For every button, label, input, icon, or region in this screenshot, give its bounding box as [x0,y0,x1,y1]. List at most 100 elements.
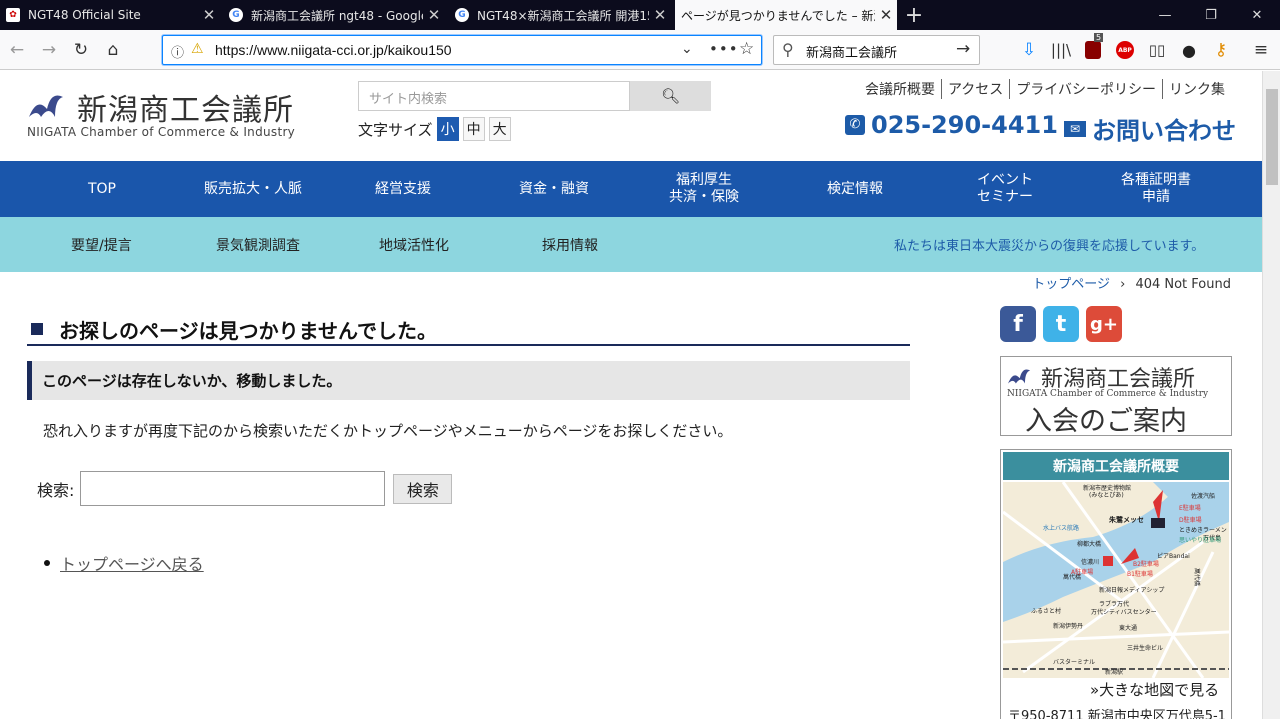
go-arrow-icon[interactable]: → [956,39,970,59]
page-title-text: お探しのページは見つかりませんでした。 [59,319,437,343]
phone-number[interactable]: ✆ 025-290-4411 [845,111,1058,139]
close-icon[interactable]: ✕ [198,6,220,24]
scrollbar-thumb[interactable] [1266,89,1278,185]
link-privacy[interactable]: プライバシーポリシー [1009,79,1162,99]
nav-sales[interactable]: 販売拡大・人脈 [178,161,328,217]
home-button[interactable]: ⌂ [100,38,126,62]
tab-title: 新潟商工会議所 ngt48 - Google [251,8,423,23]
download-icon[interactable]: ⇩ [1016,38,1042,62]
link-overview[interactable]: 会議所概要 [859,79,941,99]
menu-icon[interactable]: ≡ [1248,38,1274,62]
svg-text:三井生命ビル: 三井生命ビル [1127,644,1163,652]
sidebar-icon[interactable]: ▯▯ [1144,38,1170,62]
font-size-small[interactable]: 小 [436,117,459,141]
svg-text:ラブラ万代: ラブラ万代 [1099,600,1129,608]
url-text[interactable]: https://www.niigata-cci.or.jp/kaikou150 [215,42,452,58]
ngt-icon: ✿ [6,8,20,22]
font-size-medium[interactable]: 中 [462,117,485,141]
page-scrollbar[interactable] [1262,71,1280,719]
back-to-top-link[interactable]: トップページへ戻る [60,551,204,575]
browser-tab-google2[interactable]: G NGT48×新潟商工会議所 開港15 ✕ [449,0,671,30]
subnav-regional[interactable]: 地域活性化 [379,217,449,272]
web-page: 新潟商工会議所 NIIGATA Chamber of Commerce & In… [0,71,1262,719]
close-window-button[interactable]: ✕ [1234,0,1280,30]
svg-text:(みなとぴあ): (みなとぴあ) [1089,492,1124,499]
subnav-recruit[interactable]: 採用情報 [542,217,598,272]
logo-mark-icon [1008,369,1031,384]
link-access[interactable]: アクセス [940,79,1009,99]
nav-top[interactable]: TOP [52,161,152,217]
close-icon[interactable]: ✕ [423,6,445,24]
twitter-icon[interactable]: t [1043,306,1079,342]
bookmark-star-icon[interactable]: ☆ [739,39,754,59]
phone-icon: ✆ [845,115,865,135]
browser-tab-active[interactable]: ページが見つかりませんでした – 新潟商工 ✕ [675,0,897,30]
url-bar[interactable]: ⓘ ⚠ https://www.niigata-cci.or.jp/kaikou… [162,35,762,65]
page-subtitle: このページは存在しないか、移動しました。 [27,361,910,400]
nav-events[interactable]: イベント セミナー [930,161,1080,217]
support-message[interactable]: 私たちは東日本大震災からの復興を応援しています。 [894,217,1204,272]
close-icon[interactable]: ✕ [875,6,897,24]
addon-icon[interactable]: ● [1176,38,1202,62]
browser-tab-google1[interactable]: G 新潟商工会議所 ngt48 - Google ✕ [223,0,445,30]
breadcrumb-home[interactable]: トップページ [1032,277,1110,292]
title-square-icon [31,323,43,335]
googleplus-icon[interactable]: g+ [1086,306,1122,342]
site-logo[interactable]: 新潟商工会議所 NIIGATA Chamber of Commerce & In… [27,85,295,139]
sub-nav: 要望/提言 景気観測調査 地域活性化 採用情報 私たちは東日本大震災からの復興を… [0,217,1262,272]
info-icon[interactable]: ⓘ [171,42,184,61]
svg-text:柳都大橋: 柳都大橋 [1077,540,1101,548]
restore-button[interactable]: ❐ [1188,0,1234,30]
facebook-icon[interactable]: f [1000,306,1036,342]
breadcrumb: トップページ › 404 Not Found [1032,277,1231,292]
key-icon[interactable]: ⚷ [1208,38,1234,62]
logo-mark-icon [29,95,63,117]
chevron-down-icon[interactable]: ⌄ [681,41,693,57]
site-search-input[interactable]: サイト内検索 [358,81,630,111]
nav-certification[interactable]: 検定情報 [780,161,930,217]
svg-text:バスターミナル: バスターミナル [1053,658,1095,666]
subnav-survey[interactable]: 景気観測調査 [216,217,300,272]
search-button[interactable]: 検索 [393,473,453,504]
join-title: 入会のご案内 [1025,406,1187,437]
contact-link[interactable]: ✉ お問い合わせ [1064,111,1236,146]
new-tab-button[interactable]: + [898,0,930,30]
minimize-button[interactable]: — [1142,0,1188,30]
svg-text:佐渡汽船: 佐渡汽船 [1191,492,1215,500]
join-banner[interactable]: 新潟商工会議所 NIIGATA Chamber of Commerce & In… [1000,356,1232,437]
nav-certificates[interactable]: 各種証明書 申請 [1081,161,1231,217]
svg-text:新潟日報メディアシップ: 新潟日報メディアシップ [1099,586,1164,594]
nav-finance[interactable]: 資金・融資 [479,161,629,217]
library-icon[interactable]: |||\ [1048,38,1074,62]
font-size-large[interactable]: 大 [488,117,511,141]
logo-subtitle: NIIGATA Chamber of Commerce & Industry [27,125,296,139]
svg-text:東大通: 東大通 [1119,624,1137,632]
site-search-button[interactable]: 🔍︎ [630,81,711,111]
close-icon[interactable]: ✕ [649,6,671,24]
nav-welfare[interactable]: 福利厚生 共済・保険 [629,161,779,217]
back-button[interactable]: ← [4,38,30,62]
addon-badge: 5 [1094,33,1104,42]
top-links: 会議所概要 アクセス プライバシーポリシー リンク集 [859,79,1231,99]
forward-button[interactable]: → [36,38,62,62]
big-map-link[interactable]: »大きな地図で見る [1090,679,1219,700]
search-bar[interactable]: ⚲ 新潟商工会議所 → [773,35,980,65]
search-input[interactable] [80,471,386,506]
adblock-icon[interactable]: ABP [1112,38,1138,62]
page-actions-icon[interactable]: ••• [709,40,739,58]
bullet [44,560,50,566]
area-map[interactable]: 新潟市歴史博物館 (みなとぴあ) 佐渡汽船 朱鷺メッセ E駐車場 D駐車場 とき… [1003,482,1229,678]
nav-management[interactable]: 経営支援 [328,161,478,217]
svg-text:新潟市歴史博物館: 新潟市歴史博物館 [1083,484,1131,492]
link-links[interactable]: リンク集 [1162,79,1231,99]
search-text[interactable]: 新潟商工会議所 [806,42,897,61]
insecure-lock-icon[interactable]: ⚠ [191,41,204,57]
search-form: 検索: 検索 [37,471,453,506]
svg-text:D駐車場: D駐車場 [1179,516,1202,524]
overview-title: 新潟商工会議所概要 [1003,452,1229,480]
ublock-icon[interactable]: 5 [1080,33,1106,62]
browser-tab-ngt48[interactable]: ✿ NGT48 Official Site ✕ [0,0,220,30]
svg-text:ときめきラーメン: ときめきラーメン [1179,527,1227,534]
reload-button[interactable]: ↻ [68,38,94,62]
subnav-requests[interactable]: 要望/提言 [71,217,132,272]
